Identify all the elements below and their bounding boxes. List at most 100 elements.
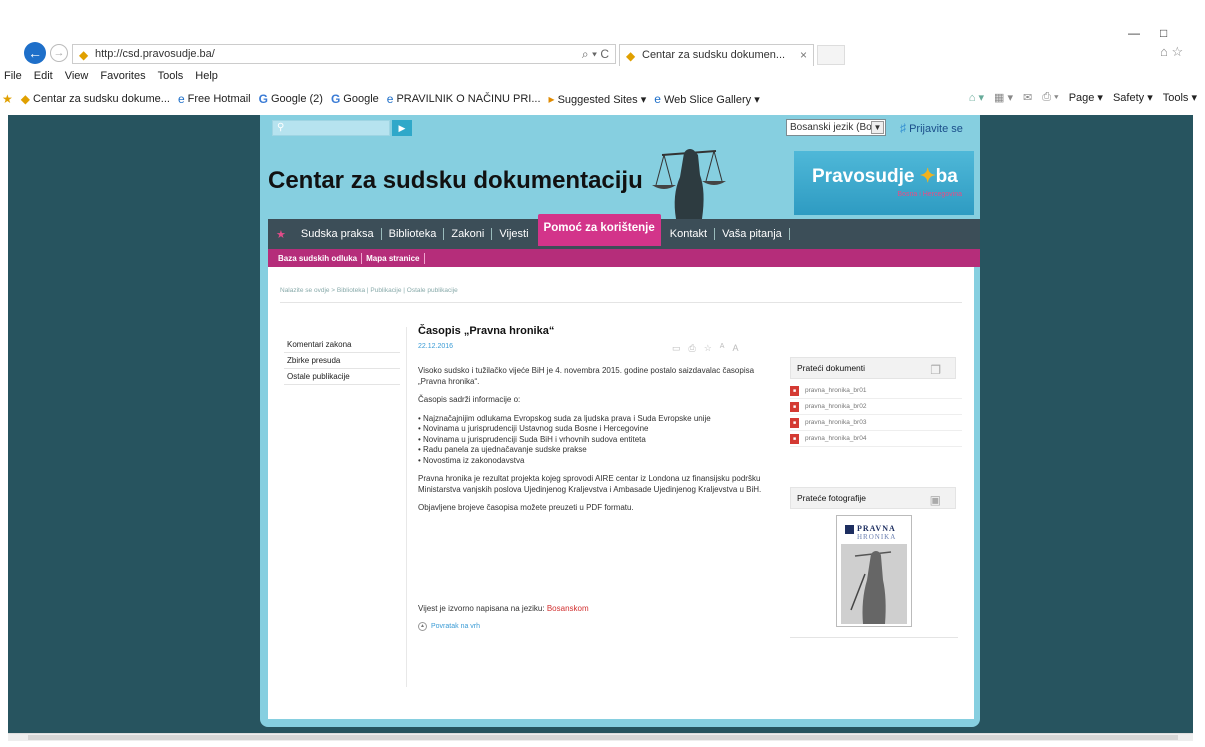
brand-name: Pravosudje ✦ba <box>812 165 958 188</box>
language-link[interactable]: Bosanskom <box>547 604 589 613</box>
menu-view[interactable]: View <box>65 70 89 84</box>
brand-name-a: Pravosudje <box>812 166 915 187</box>
fav-label: PRAVILNIK O NAČINU PRI... <box>396 93 541 105</box>
email-icon[interactable]: ▭ <box>672 343 681 354</box>
brand-logo[interactable]: Pravosudje ✦ba Bosna i Hercegovina <box>794 151 974 215</box>
brand-name-b: ba <box>935 166 958 187</box>
side-link-zbirke[interactable]: Zbirke presuda <box>284 353 400 369</box>
fav-item[interactable]: e Web Slice Gallery ▾ <box>654 92 759 106</box>
nav-pomoc-active[interactable]: Pomoć za korištenje <box>537 214 661 246</box>
scrollbar-thumb[interactable] <box>28 735 1178 740</box>
article: Časopis „Pravna hronika“ 22.12.2016 ▭ ⎙ … <box>418 325 780 522</box>
tab-close-icon[interactable]: × <box>800 48 807 62</box>
photos-section: Prateće fotografije ▣ PRAVNA HRONIKA <box>790 487 962 638</box>
magazine-logo-icon <box>845 525 854 534</box>
home-star-icons[interactable]: ⌂ ☆ <box>1160 44 1183 60</box>
documents-panel-header: Prateći dokumenti ❐ <box>790 357 956 379</box>
minimize-icon[interactable]: — <box>1128 26 1140 40</box>
forward-button[interactable]: → <box>50 44 68 62</box>
fav-item[interactable]: e Free Hotmail <box>178 92 251 106</box>
login-link[interactable]: ♯ Prijavite se <box>900 121 963 135</box>
home-icon[interactable]: ★ <box>276 228 286 241</box>
magazine-statue-image <box>841 544 907 624</box>
side-link-ostale[interactable]: Ostale publikacije <box>284 369 400 385</box>
breadcrumb[interactable]: Nalazite se ovdje > Biblioteka | Publika… <box>280 287 458 294</box>
menu-favorites[interactable]: Favorites <box>100 70 145 84</box>
fav-item[interactable]: ◆ Centar za sudsku dokume... <box>21 92 170 106</box>
menu-edit[interactable]: Edit <box>34 70 53 84</box>
font-smaller-icon[interactable]: A <box>720 343 725 354</box>
document-item[interactable]: ■ pravna_hronika_br04 <box>790 431 962 447</box>
maximize-icon[interactable]: □ <box>1160 26 1167 40</box>
menu-file[interactable]: File <box>4 70 22 84</box>
site-search-input[interactable]: ⚲ <box>272 120 390 136</box>
menu-tools[interactable]: Tools <box>158 70 184 84</box>
fav-label: Google (2) <box>270 93 323 105</box>
mail-icon[interactable]: ✉ <box>1023 91 1032 104</box>
back-to-top-link[interactable]: ▲ Povratak na vrh <box>418 622 480 631</box>
divider <box>406 327 407 687</box>
horizontal-scrollbar[interactable] <box>8 733 1193 741</box>
language-select[interactable]: Bosanski jezik (Bos) ▼ <box>786 119 886 136</box>
list-item: • Najznačajnijim odlukama Evropskog suda… <box>418 413 711 423</box>
document-name: pravna_hronika_br02 <box>805 403 867 410</box>
pdf-icon: ■ <box>790 385 799 396</box>
cmd-safety[interactable]: Safety ▾ <box>1113 91 1153 104</box>
brand-subtitle: Bosna i Hercegovina <box>897 191 962 198</box>
print-icon[interactable]: ⎙ ▾ <box>1042 91 1058 104</box>
menu-help[interactable]: Help <box>195 70 218 84</box>
user-icon: ♯ <box>900 121 906 135</box>
favorite-icon[interactable]: ☆ <box>704 343 712 354</box>
subnav-baza[interactable]: Baza sudskih odluka <box>278 254 357 263</box>
page-viewport: ⚲ ▶ Bosanski jezik (Bos) ▼ ♯ Prijavite s… <box>8 115 1193 733</box>
magazine-cover-thumbnail[interactable]: PRAVNA HRONIKA <box>836 515 912 627</box>
side-link-komentari[interactable]: Komentari zakona <box>284 337 400 353</box>
subnav-mapa[interactable]: Mapa stranice <box>366 254 419 263</box>
favorites-star-icon[interactable]: ★ <box>2 92 13 106</box>
nav-biblioteka[interactable]: Biblioteka <box>382 228 445 240</box>
photos-panel-title: Prateće fotografije <box>797 493 866 503</box>
site-topbar: ⚲ ▶ Bosanski jezik (Bos) ▼ ♯ Prijavite s… <box>260 115 980 143</box>
document-item[interactable]: ■ pravna_hronika_br02 <box>790 399 962 415</box>
address-bar[interactable]: ◆ http://csd.pravosudje.ba/ ⌕ ▾ C <box>72 44 616 64</box>
fav-item[interactable]: e PRAVILNIK O NAČINU PRI... <box>387 92 541 106</box>
search-submit-button[interactable]: ▶ <box>392 120 412 136</box>
article-body: Visoko sudsko i tužilačko vijeće BiH je … <box>418 366 780 514</box>
article-paragraph: Časopis sadrži informacije o: <box>418 395 521 404</box>
nav-zakoni[interactable]: Zakoni <box>444 228 493 240</box>
command-bar: ⌂ ▾ ▦ ▾ ✉ ⎙ ▾ Page ▾ Safety ▾ Tools ▾ <box>969 91 1197 104</box>
side-menu: Komentari zakona Zbirke presuda Ostale p… <box>284 337 400 385</box>
nav-sudska-praksa[interactable]: Sudska praksa <box>294 228 382 240</box>
fav-icon: e <box>386 92 394 106</box>
nav-kontakt[interactable]: Kontakt <box>663 228 716 240</box>
document-item[interactable]: ■ pravna_hronika_br01 <box>790 383 962 399</box>
fav-item[interactable]: G Google (2) <box>259 92 323 106</box>
font-larger-icon[interactable]: A <box>732 343 738 354</box>
fav-item[interactable]: G Google <box>331 92 379 106</box>
cmd-page[interactable]: Page ▾ <box>1069 91 1103 104</box>
content-area: Nalazite se ovdje > Biblioteka | Publika… <box>268 267 974 719</box>
list-item: • Novinama u jurisprudenciji Suda BiH i … <box>418 434 646 444</box>
refresh-icon[interactable]: ⌕ ▾ C <box>582 47 609 62</box>
article-list: • Najznačajnijim odlukama Evropskog suda… <box>418 414 780 467</box>
document-item[interactable]: ■ pravna_hronika_br03 <box>790 415 962 431</box>
brand-star-icon: ✦ <box>919 166 936 187</box>
language-note-prefix: Vijest je izvorno napisana na jeziku: <box>418 604 545 613</box>
new-tab-button[interactable] <box>817 45 845 65</box>
subnav-divider <box>361 252 363 264</box>
divider <box>790 637 958 638</box>
chevron-down-icon: ▼ <box>871 121 884 134</box>
cmd-tools[interactable]: Tools ▾ <box>1163 91 1197 104</box>
back-button[interactable]: ← <box>24 42 46 64</box>
site-title: Centar za sudsku dokumentaciju <box>268 167 643 194</box>
nav-vasa-pitanja[interactable]: Vaša pitanja <box>715 228 790 240</box>
article-paragraph: Pravna hronika je rezultat projekta koje… <box>418 474 762 494</box>
print-icon[interactable]: ⎙ <box>689 343 696 354</box>
browser-tab-active[interactable]: ◆ Centar za sudsku dokumen... × <box>619 44 814 66</box>
home-icon[interactable]: ⌂ ▾ <box>969 91 984 104</box>
feeds-icon[interactable]: ▦ ▾ <box>994 91 1013 104</box>
divider <box>280 302 962 303</box>
nav-vijesti[interactable]: Vijesti <box>492 228 535 240</box>
fav-label: Google <box>343 93 379 105</box>
fav-item[interactable]: ▸ Suggested Sites ▾ <box>549 92 647 106</box>
